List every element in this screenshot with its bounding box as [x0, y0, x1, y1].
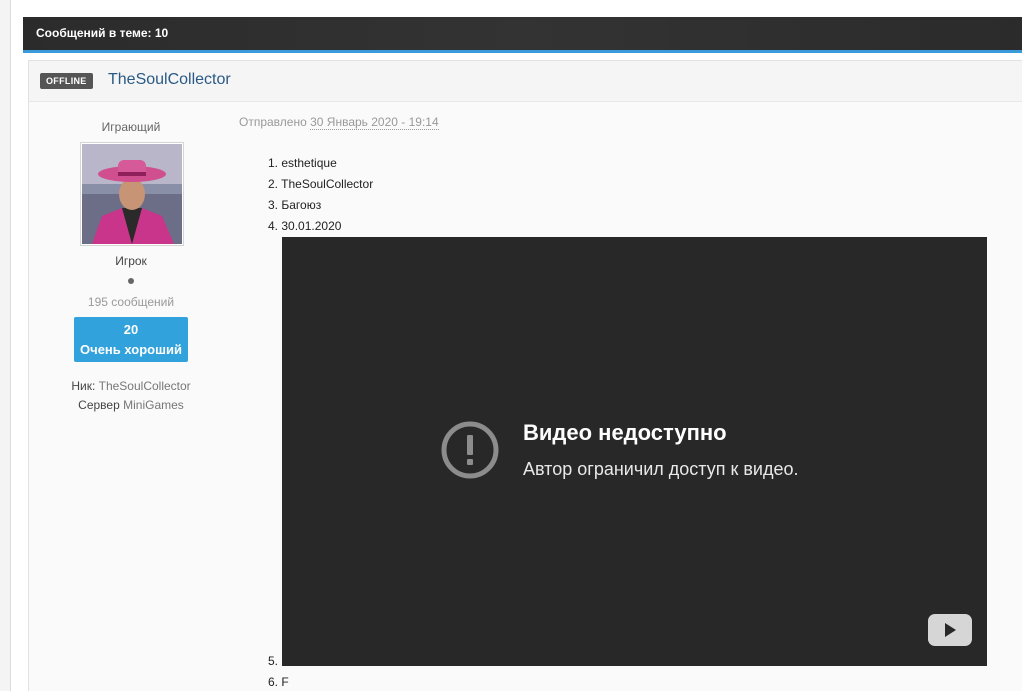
nick-label: Ник:	[71, 379, 96, 393]
youtube-play-icon[interactable]	[928, 614, 972, 646]
list-item: 1. esthetique	[268, 156, 337, 170]
server-value: MiniGames	[123, 398, 184, 412]
topic-post-count: Сообщений в теме: 10	[36, 26, 169, 40]
reputation-value: 20	[123, 322, 139, 337]
list-text: TheSoulCollector	[281, 177, 374, 191]
list-item: 3. Багоюз	[268, 198, 321, 212]
list-text: 30.01.2020	[281, 219, 342, 233]
nick-value: TheSoulCollector	[98, 379, 191, 393]
post-header: OFFLINE TheSoulCollector	[29, 61, 1022, 102]
date-prefix: Отправлено	[239, 115, 307, 129]
list-item: 4. 30.01.2020	[268, 219, 341, 233]
rank-pip-icon	[128, 278, 134, 284]
list-text: Багоюз	[281, 198, 322, 212]
play-triangle-icon	[945, 623, 956, 637]
nick-info: Ник: TheSoulCollector	[29, 379, 233, 393]
date-link[interactable]: 30 Январь 2020 - 19:14	[310, 115, 439, 130]
video-embed[interactable]: Видео недоступно Автор ограничил доступ …	[282, 237, 987, 666]
list-number: 6.	[268, 675, 279, 689]
member-group: Игрок	[115, 254, 147, 268]
video-unavailable-title: Видео недоступно	[523, 420, 727, 445]
list-number: 3.	[268, 198, 279, 212]
list-number: 2.	[268, 177, 279, 191]
video-unavailable-message: Автор ограничил доступ к видео.	[523, 459, 799, 479]
avatar[interactable]	[80, 142, 184, 246]
list-number: 4.	[268, 219, 279, 233]
list-text: esthetique	[281, 156, 337, 170]
avatar-image	[82, 144, 182, 244]
status-badge: OFFLINE	[40, 73, 93, 89]
post-date: Отправлено 30 Январь 2020 - 19:14	[239, 115, 439, 130]
list-number: 1.	[268, 156, 279, 170]
left-rail	[0, 0, 11, 691]
forum-post: OFFLINE TheSoulCollector Играющий Игрок …	[28, 60, 1022, 691]
list-item: 5.	[268, 654, 278, 668]
post-count: 195 сообщений	[87, 295, 175, 309]
list-item: 2. TheSoulCollector	[268, 177, 373, 191]
list-text: F	[281, 675, 289, 689]
alert-circle-icon	[441, 421, 499, 479]
rank-title: Играющий	[101, 120, 161, 134]
topic-header-bar: Сообщений в теме: 10	[23, 17, 1022, 53]
server-info: Сервер MiniGames	[29, 398, 233, 412]
list-item: 6. F	[268, 675, 289, 689]
author-name-link[interactable]: TheSoulCollector	[108, 71, 231, 89]
reputation-badge: 20 Очень хороший	[74, 317, 188, 362]
list-number: 5.	[268, 654, 279, 668]
reputation-label: Очень хороший	[80, 342, 182, 357]
server-label: Сервер	[78, 398, 120, 412]
